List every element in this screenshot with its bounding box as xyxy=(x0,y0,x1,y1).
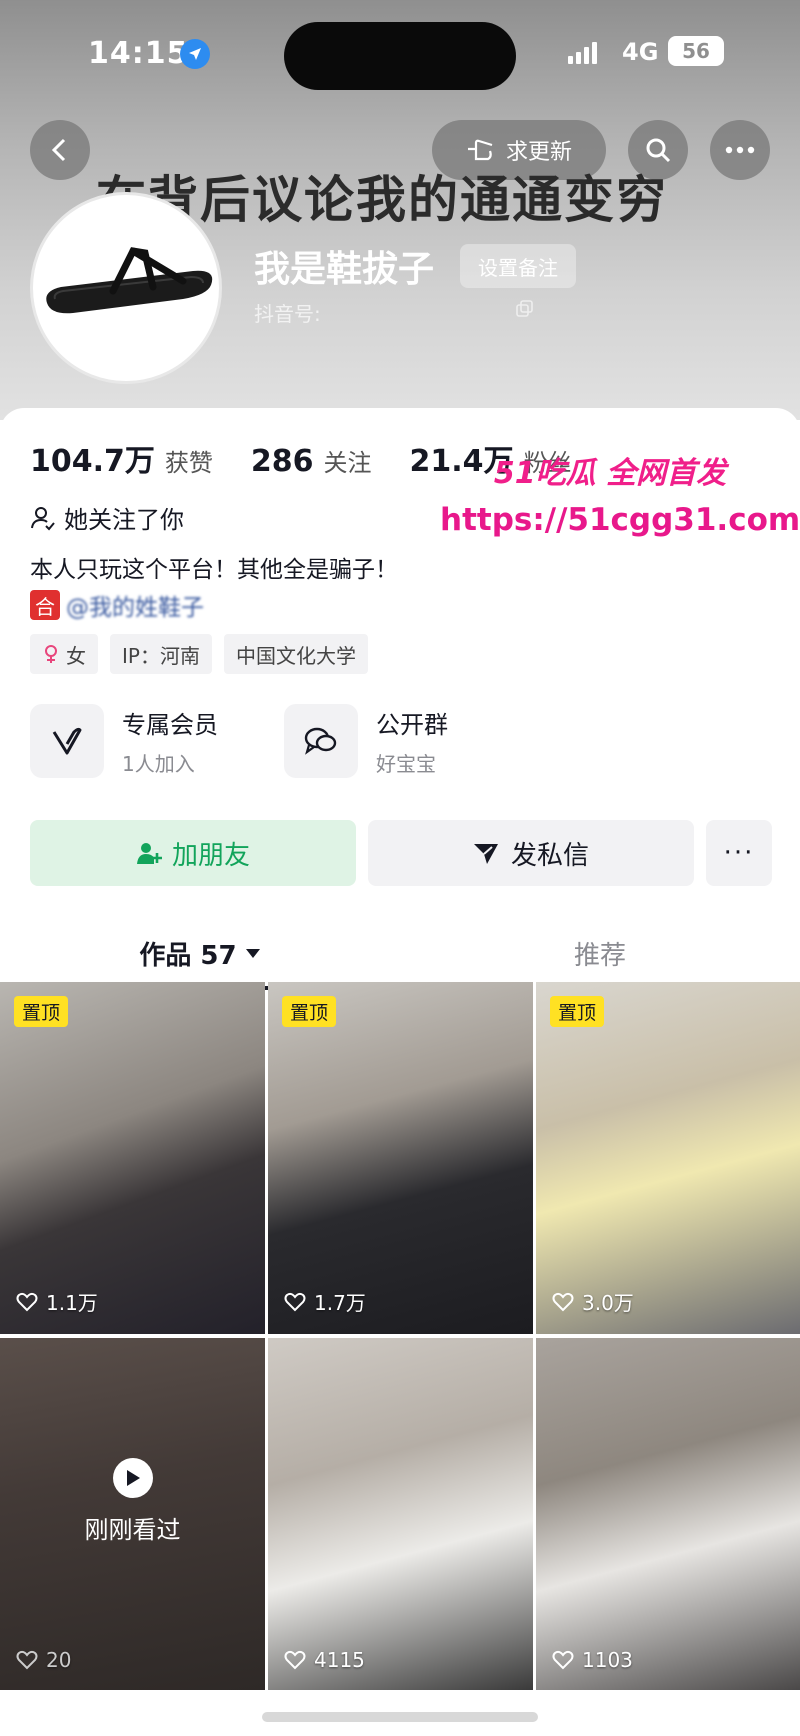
like-count-text: 20 xyxy=(46,1648,72,1672)
tab-label: 作品 57 xyxy=(139,940,237,971)
video-thumbnail[interactable]: 置顶 3.0万 xyxy=(536,982,800,1334)
play-icon xyxy=(112,1458,153,1498)
caret-down-icon xyxy=(245,949,260,958)
video-thumbnail[interactable]: 4115 xyxy=(268,1338,533,1690)
like-count: 3.0万 xyxy=(552,1287,634,1316)
network-type: 4G xyxy=(622,38,659,66)
add-user-icon xyxy=(136,843,162,864)
profile-header: 14:15 4G 56 求更新 在背后议论我的通通变穷 我是鞋拔子 设置备注 抖… xyxy=(0,0,800,420)
pinned-badge: 置顶 xyxy=(550,996,605,1027)
add-friend-label: 加朋友 xyxy=(171,840,250,871)
action-buttons: 加朋友 发私信 ··· xyxy=(30,820,772,886)
heart-icon xyxy=(284,1292,306,1311)
more-actions-button[interactable]: ··· xyxy=(706,820,772,886)
pinned-badge: 置顶 xyxy=(282,996,337,1027)
mention-line[interactable]: 合 @我的姓鞋子 xyxy=(30,588,204,622)
recently-watched-label: 刚刚看过 xyxy=(84,1516,181,1544)
user-icon xyxy=(31,506,55,530)
video-thumbnail[interactable]: 置顶 1.7万 xyxy=(268,982,533,1334)
stat-label: 关注 xyxy=(323,449,372,477)
slipper-image xyxy=(46,247,213,314)
female-icon xyxy=(45,645,57,663)
feature-subtitle: 1人加入 xyxy=(122,752,195,776)
watermark-url: https://51cgg31.com xyxy=(440,502,800,538)
tag-ip: IP：河南 xyxy=(110,634,212,674)
tab-recommend[interactable]: 推荐 xyxy=(400,916,800,990)
heart-icon xyxy=(16,1292,38,1311)
follows-you-text: 她关注了你 xyxy=(64,506,184,534)
like-count: 20 xyxy=(16,1648,71,1672)
add-friend-button[interactable]: 加朋友 xyxy=(30,820,356,886)
like-count: 4115 xyxy=(284,1648,365,1672)
profile-tags: 女 IP：河南 中国文化大学 xyxy=(30,634,368,674)
recently-watched: 刚刚看过 xyxy=(0,1458,265,1545)
stat-likes[interactable]: 104.7万 获赞 xyxy=(30,436,213,480)
nickname: 我是鞋拔子 xyxy=(254,249,435,290)
content-tabs: 作品 57 推荐 xyxy=(0,916,800,990)
pinned-badge: 置顶 xyxy=(14,996,69,1027)
chat-group-icon xyxy=(284,704,358,778)
more-icon xyxy=(725,146,755,154)
stat-following[interactable]: 286 关注 xyxy=(251,443,372,479)
heart-icon xyxy=(284,1650,306,1670)
heart-icon xyxy=(552,1650,574,1670)
send-icon xyxy=(473,844,498,864)
watermark-title: 51吃瓜 全网首发 xyxy=(493,456,727,491)
stat-value: 104.7万 xyxy=(30,444,155,479)
feature-title: 公开群 xyxy=(376,711,448,739)
heart-icon xyxy=(16,1650,38,1670)
stat-value: 286 xyxy=(250,444,314,479)
douyin-id: 抖音号: xyxy=(254,302,321,326)
battery-icon: 56 xyxy=(668,36,724,66)
chevron-left-icon xyxy=(51,138,66,162)
watermark: 51吃瓜 全网首发 https://51cgg31.com xyxy=(440,448,800,538)
heart-icon xyxy=(552,1292,574,1311)
tab-works[interactable]: 作品 57 xyxy=(0,916,400,990)
like-count: 1103 xyxy=(552,1648,633,1672)
follows-you: 她关注了你 xyxy=(30,500,184,535)
tag-school[interactable]: 中国文化大学 xyxy=(223,634,368,674)
video-thumbnail[interactable]: 刚刚看过 20 xyxy=(0,1338,265,1690)
video-thumbnail[interactable]: 置顶 1.1万 xyxy=(0,982,265,1334)
set-remark-button[interactable]: 设置备注 xyxy=(460,244,576,288)
feature-group[interactable]: 公开群 好宝宝 xyxy=(284,704,448,778)
more-options-button[interactable] xyxy=(710,120,770,180)
avatar[interactable] xyxy=(30,192,222,384)
like-count-text: 1103 xyxy=(582,1648,633,1672)
send-message-label: 发私信 xyxy=(510,840,589,871)
status-time: 14:15 xyxy=(88,36,189,71)
location-arrow-icon xyxy=(180,39,210,69)
like-count-text: 1.1万 xyxy=(46,1291,98,1315)
like-count-text: 4115 xyxy=(314,1648,365,1672)
feature-title: 专属会员 xyxy=(122,711,218,739)
like-count-text: 1.7万 xyxy=(314,1291,366,1315)
like-count: 1.1万 xyxy=(16,1287,98,1316)
like-count: 1.7万 xyxy=(284,1287,366,1316)
bio: 本人只玩这个平台！其他全是骗子！ xyxy=(30,557,398,583)
video-thumbnail[interactable]: 1103 xyxy=(536,1338,800,1690)
tag-gender: 女 xyxy=(30,634,98,674)
back-button[interactable] xyxy=(30,120,90,180)
send-message-button[interactable]: 发私信 xyxy=(368,820,694,886)
vip-icon xyxy=(30,704,104,778)
stat-label: 获赞 xyxy=(164,449,213,477)
like-count-text: 3.0万 xyxy=(582,1291,634,1315)
signal-icon xyxy=(568,40,597,64)
status-bar: 14:15 4G 56 xyxy=(0,22,800,90)
mention-text[interactable]: @我的姓鞋子 xyxy=(66,588,204,622)
home-indicator xyxy=(262,1712,538,1722)
feature-vip[interactable]: 专属会员 1人加入 xyxy=(30,704,218,778)
feature-subtitle: 好宝宝 xyxy=(376,752,436,776)
mention-badge: 合 xyxy=(30,590,60,620)
dynamic-island xyxy=(284,22,516,90)
copy-icon[interactable] xyxy=(516,300,534,322)
tag-label: 女 xyxy=(66,643,86,668)
